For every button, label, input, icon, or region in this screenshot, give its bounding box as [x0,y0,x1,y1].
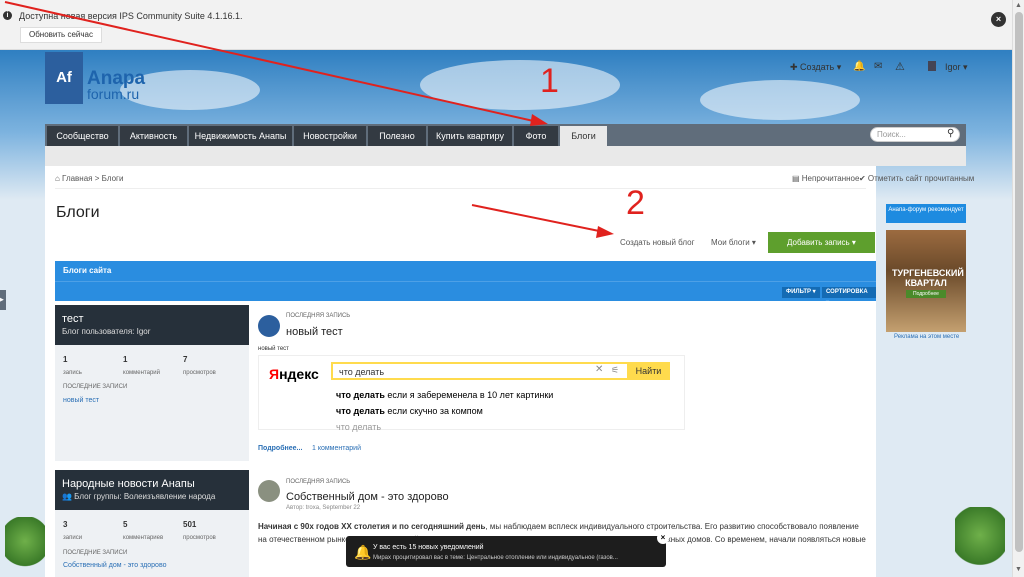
arrow-1-head [530,114,548,126]
scroll-down-icon[interactable]: ▼ [1015,566,1022,573]
bell-icon: 🔔 [354,544,372,560]
notification-title: У вас есть 15 новых уведомлений [373,544,484,551]
scroll-up-icon[interactable]: ▲ [1015,2,1022,9]
annotation-number-2: 2 [626,184,645,222]
arrow-2 [471,204,605,233]
arrow-1 [4,1,539,123]
annotation-number-1: 1 [540,62,559,100]
arrow-2-head [596,226,614,238]
scrollbar-thumb[interactable] [1015,12,1023,552]
close-icon[interactable]: × [657,532,669,544]
notification-text: Мирах процитировал вас в теме: Центральн… [373,555,618,561]
annotation-arrows [4,1,614,238]
notification-toast[interactable]: 🔔 У вас есть 15 новых уведомлений Мирах … [346,532,669,567]
scrollbar[interactable]: ▲ ▼ [1012,0,1024,577]
